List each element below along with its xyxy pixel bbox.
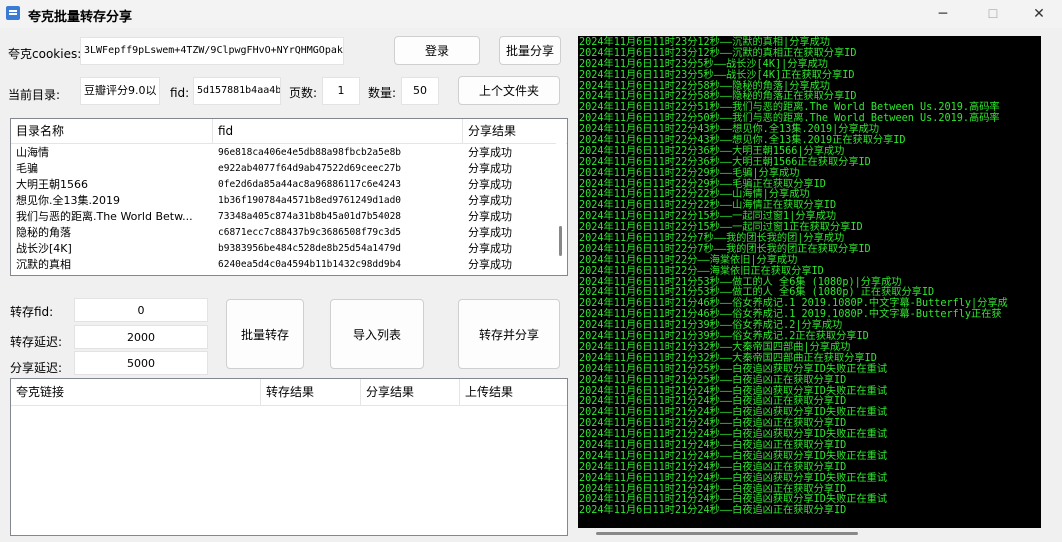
table-row[interactable]: 毛骗 e922ab4077f64d9ab47522d69ceec27b 分享成功 xyxy=(11,161,567,177)
row-result: 分享成功 xyxy=(468,194,512,207)
count-input[interactable]: 50 xyxy=(401,77,439,105)
column-header-share-result[interactable]: 分享结果 xyxy=(463,119,557,143)
fid-label: fid: xyxy=(170,86,190,100)
row-result: 分享成功 xyxy=(468,258,512,271)
column-header-link[interactable]: 夸克链接 xyxy=(11,379,261,405)
log-console[interactable]: 2024年11月6日11时23分12秒——沉默的真相|分享成功 2024年11月6… xyxy=(578,36,1041,528)
log-scroll-thumb[interactable] xyxy=(596,532,858,535)
file-table-header: 目录名称 fid 分享结果 xyxy=(11,119,567,144)
title-bar: 夸克批量转存分享 ─ ☐ ✕ xyxy=(0,0,1062,28)
parent-folder-button[interactable]: 上个文件夹 xyxy=(458,76,560,105)
log-line: 2024年11月6日11时21分24秒——白夜追凶获取分享ID失败正在重试 xyxy=(579,472,888,484)
log-line: 2024年11月6日11时22分29秒——毛骗|分享成功 xyxy=(579,167,800,179)
transfer-delay-label: 转存延迟: xyxy=(10,335,63,349)
window-title: 夸克批量转存分享 xyxy=(28,10,133,25)
cookies-input[interactable]: 3LWFepff9pLswem+4TZW/9ClpwgFHvO+NYrQHMGO… xyxy=(80,37,344,65)
log-vertical-scrollbar[interactable] xyxy=(1041,36,1055,528)
share-delay-label: 分享延迟: xyxy=(10,361,63,375)
close-button[interactable]: ✕ xyxy=(1016,0,1062,28)
row-fid: e922ab4077f64d9ab47522d69ceec27b xyxy=(218,163,402,174)
row-result: 分享成功 xyxy=(468,210,512,223)
row-result: 分享成功 xyxy=(468,146,512,159)
table-row[interactable]: 战长沙[4K] b9383956be484c528de8b25d54a1479d… xyxy=(11,241,567,257)
column-header-fid[interactable]: fid xyxy=(213,119,463,143)
row-fid: 6240ea5d4c0a4594b11b1432c98dd9b4 xyxy=(218,259,402,270)
row-result: 分享成功 xyxy=(468,162,512,175)
minimize-icon: ─ xyxy=(938,6,948,22)
pages-input[interactable]: 1 xyxy=(322,77,360,105)
share-delay-input[interactable]: 5000 xyxy=(74,351,208,375)
current-dir-label: 当前目录: xyxy=(8,88,61,102)
row-name: 大明王朝1566 xyxy=(16,178,88,191)
table-row[interactable]: 大明王朝1566 0fe2d6da85a44ac8a96886117c6e424… xyxy=(11,177,567,193)
maximize-button[interactable]: ☐ xyxy=(970,0,1016,28)
cookies-label: 夸克cookies: xyxy=(8,47,82,61)
table-row[interactable]: 我们与恶的距离.The World Betw... 73348a405c874a… xyxy=(11,209,567,225)
row-result: 分享成功 xyxy=(468,242,512,255)
column-header-share-result[interactable]: 分享结果 xyxy=(361,379,460,405)
log-line: 2024年11月6日11时21分25秒——白夜追凶获取分享ID失败正在重试 xyxy=(579,363,888,375)
column-header-transfer-result[interactable]: 转存结果 xyxy=(261,379,361,405)
transfer-fid-label: 转存fid: xyxy=(10,305,54,319)
maximize-icon: ☐ xyxy=(987,7,999,21)
log-line: 2024年11月6日11时21分25秒——白夜追凶正在获取分享ID xyxy=(579,374,847,386)
row-name: 想见你.全13集.2019 xyxy=(16,194,120,207)
transfer-fid-input[interactable]: 0 xyxy=(74,298,208,322)
transfer-and-share-button[interactable]: 转存并分享 xyxy=(458,299,560,369)
row-name: 战长沙[4K] xyxy=(16,242,72,255)
log-lines: 2024年11月6日11时23分12秒——沉默的真相|分享成功 2024年11月6… xyxy=(579,37,1041,517)
close-icon: ✕ xyxy=(1033,6,1045,22)
log-line: 2024年11月6日11时23分5秒——战长沙[4K]正在获取分享ID xyxy=(579,69,855,81)
batch-share-button[interactable]: 批量分享 xyxy=(499,36,561,65)
log-horizontal-scrollbar[interactable] xyxy=(578,528,1041,538)
table-row[interactable]: 隐秘的角落 c6871ecc7c88437b9c3686508f79c3d5 分… xyxy=(11,225,567,241)
row-fid: 1b36f190784a4571b8ed9761249d1ad0 xyxy=(218,195,402,206)
table-row[interactable]: 沉默的真相 6240ea5d4c0a4594b11b1432c98dd9b4 分… xyxy=(11,257,567,273)
pages-label: 页数: xyxy=(289,86,318,100)
row-fid: c6871ecc7c88437b9c3686508f79c3d5 xyxy=(218,227,402,238)
import-list-button[interactable]: 导入列表 xyxy=(330,299,424,369)
minimize-button[interactable]: ─ xyxy=(920,0,966,28)
file-table-scrollbar[interactable] xyxy=(556,120,566,274)
login-button[interactable]: 登录 xyxy=(394,36,480,65)
column-header-upload-result[interactable]: 上传结果 xyxy=(460,379,567,405)
row-result: 分享成功 xyxy=(468,178,512,191)
file-table[interactable]: 目录名称 fid 分享结果 山海情 96e818ca406e4e5db88a98… xyxy=(10,118,568,276)
row-name: 沉默的真相 xyxy=(16,258,71,271)
row-name: 隐秘的角落 xyxy=(16,226,71,239)
current-dir-input[interactable]: 豆瓣评分9.0以 xyxy=(80,77,160,105)
row-name: 山海情 xyxy=(16,146,49,159)
app-icon xyxy=(6,6,20,20)
row-fid: 0fe2d6da85a44ac8a96886117c6e4243 xyxy=(218,179,402,190)
log-line: 2024年11月6日11时22分——海棠依旧正在获取分享ID xyxy=(579,265,824,277)
batch-transfer-button[interactable]: 批量转存 xyxy=(226,299,304,369)
table-row[interactable]: 想见你.全13集.2019 1b36f190784a4571b8ed976124… xyxy=(11,193,567,209)
row-name: 我们与恶的距离.The World Betw... xyxy=(16,210,193,223)
link-table-header: 夸克链接 转存结果 分享结果 上传结果 xyxy=(11,379,567,406)
log-line: 2024年11月6日11时21分24秒——白夜追凶正在获取分享ID xyxy=(579,505,847,517)
table-row[interactable]: 山海情 96e818ca406e4e5db88a98fbcb2a5e8b 分享成… xyxy=(11,145,567,161)
fid-input[interactable]: 5d157881b4aa4b xyxy=(193,77,281,105)
transfer-delay-input[interactable]: 2000 xyxy=(74,325,208,349)
file-table-scroll-thumb[interactable] xyxy=(559,226,562,256)
log-line: 2024年11月6日11时21分24秒——白夜追凶正在获取分享ID xyxy=(579,461,847,473)
row-fid: 96e818ca406e4e5db88a98fbcb2a5e8b xyxy=(218,147,402,158)
link-table[interactable]: 夸克链接 转存结果 分享结果 上传结果 xyxy=(10,378,568,536)
column-header-name[interactable]: 目录名称 xyxy=(11,119,213,143)
row-result: 分享成功 xyxy=(468,226,512,239)
row-name: 毛骗 xyxy=(16,162,38,175)
count-label: 数量: xyxy=(368,86,397,100)
row-fid: 73348a405c874a31b8b45a01d7b54028 xyxy=(218,211,402,222)
row-fid: b9383956be484c528de8b25d54a1479d xyxy=(218,243,402,254)
